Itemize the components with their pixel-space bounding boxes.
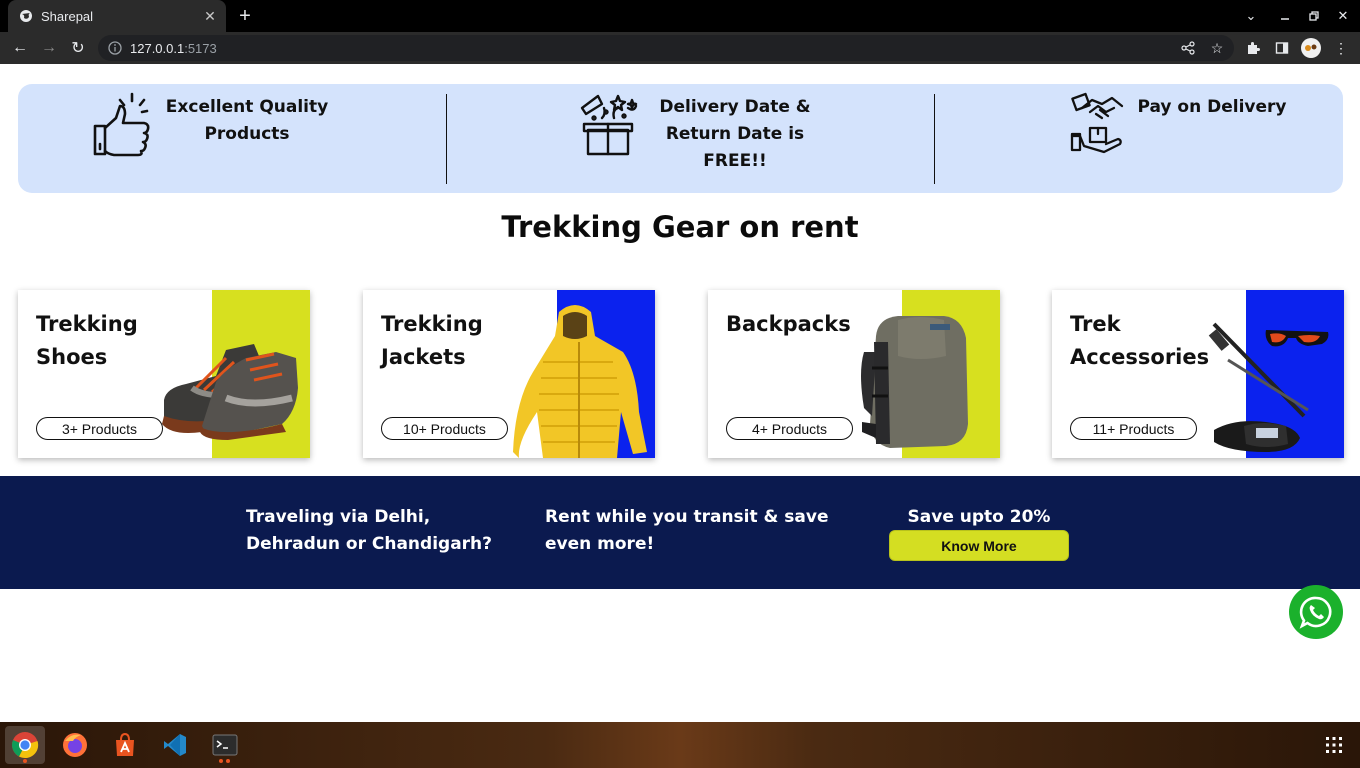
banner-left-line1: Traveling via Delhi, bbox=[246, 507, 431, 527]
close-tab-icon[interactable]: ✕ bbox=[202, 8, 218, 24]
backpack-image bbox=[861, 316, 968, 448]
product-count-pill[interactable]: 10+ Products bbox=[381, 417, 508, 440]
feature-pay-on-delivery: Pay on Delivery bbox=[1132, 94, 1292, 121]
card-title-line2: Accessories bbox=[1070, 345, 1210, 369]
banner-mid-line2: even more! bbox=[545, 534, 655, 554]
feature-delivery-line3: FREE!! bbox=[703, 151, 767, 171]
yellow-jacket-image bbox=[513, 305, 647, 458]
card-title: Backpacks bbox=[726, 308, 876, 341]
running-indicator bbox=[23, 759, 27, 763]
info-icon[interactable] bbox=[108, 41, 122, 55]
app-center-icon bbox=[116, 732, 134, 756]
feature-delivery: Delivery Date & Return Date is FREE!! bbox=[650, 94, 820, 175]
vscode-icon bbox=[164, 734, 186, 756]
thumbs-up-icon bbox=[93, 92, 150, 157]
address-bar[interactable]: 127.0.0.1:5173 bbox=[98, 35, 1234, 61]
banner-save-title: Save upto 20% bbox=[907, 507, 1051, 527]
product-count-pill[interactable]: 11+ Products bbox=[1070, 417, 1197, 440]
new-tab-icon[interactable]: + bbox=[234, 5, 256, 27]
divider bbox=[446, 94, 447, 184]
feature-pay-line1: Pay on Delivery bbox=[1137, 97, 1287, 117]
category-card-trekking-jackets[interactable]: Trekking Jackets 10+ Products bbox=[363, 290, 655, 458]
card-title-line1: Backpacks bbox=[726, 312, 851, 336]
whatsapp-chat-button[interactable] bbox=[1289, 585, 1343, 639]
share-icon[interactable] bbox=[1178, 38, 1198, 58]
accessories-image bbox=[1208, 322, 1329, 452]
browser-toolbar: ← → ↻ 127.0.0.1:5173 ☆ ⋮ bbox=[0, 32, 1360, 64]
extensions-puzzle-icon[interactable] bbox=[1243, 38, 1263, 58]
card-title-line1: Trekking bbox=[381, 312, 483, 336]
restore-icon[interactable] bbox=[1299, 0, 1329, 32]
terminal-icon bbox=[212, 734, 238, 756]
reload-icon[interactable]: ↻ bbox=[66, 36, 90, 60]
feature-quality: Excellent Quality Products bbox=[158, 94, 336, 148]
features-strip: Excellent Quality Products Delivery Date… bbox=[18, 84, 1343, 193]
bookmark-star-icon[interactable]: ☆ bbox=[1207, 38, 1227, 58]
category-card-backpacks[interactable]: Backpacks 4+ Products bbox=[708, 290, 1000, 458]
card-title: Trekking Jackets bbox=[381, 308, 531, 374]
gift-box-icon bbox=[580, 94, 638, 156]
tab-sharepal[interactable]: Sharepal ✕ bbox=[8, 0, 226, 32]
os-taskbar bbox=[0, 722, 1360, 768]
side-panel-icon[interactable] bbox=[1272, 38, 1292, 58]
feature-delivery-line1: Delivery Date & bbox=[659, 97, 811, 117]
menu-kebab-icon[interactable]: ⋮ bbox=[1331, 38, 1351, 58]
taskbar-firefox[interactable] bbox=[55, 726, 95, 764]
category-card-trek-accessories[interactable]: Trek Accessories 11+ Products bbox=[1052, 290, 1344, 458]
banner-mid-line1: Rent while you transit & save bbox=[545, 507, 829, 527]
product-count-pill[interactable]: 3+ Products bbox=[36, 417, 163, 440]
product-count-pill[interactable]: 4+ Products bbox=[726, 417, 853, 440]
back-icon[interactable]: ← bbox=[8, 36, 32, 60]
taskbar-chrome[interactable] bbox=[5, 726, 45, 764]
running-indicator bbox=[226, 759, 230, 763]
trekking-shoes-image bbox=[162, 344, 298, 440]
forward-icon[interactable]: → bbox=[37, 36, 61, 60]
banner-middle-text: Rent while you transit & save even more! bbox=[545, 504, 845, 558]
taskbar-app-center[interactable] bbox=[105, 726, 145, 764]
feature-delivery-line2: Return Date is bbox=[665, 124, 805, 144]
feature-quality-line2: Products bbox=[204, 124, 290, 144]
tab-search-chevron-icon[interactable]: ⌄ bbox=[1236, 0, 1266, 32]
tab-title: Sharepal bbox=[41, 8, 94, 24]
handshake-payment-icon bbox=[1070, 92, 1124, 154]
show-applications-grid-icon[interactable] bbox=[1314, 726, 1354, 764]
chrome-icon bbox=[12, 732, 39, 759]
globe-icon bbox=[20, 10, 32, 22]
profile-avatar[interactable] bbox=[1301, 38, 1321, 58]
card-title-line1: Trek bbox=[1070, 312, 1121, 336]
browser-tab-strip: Sharepal ✕ + ⌄ ✕ bbox=[0, 0, 1360, 32]
minimize-icon[interactable] bbox=[1270, 0, 1300, 32]
url-port: :5173 bbox=[184, 40, 217, 56]
taskbar-terminal[interactable] bbox=[205, 726, 245, 764]
card-title-line2: Jackets bbox=[381, 345, 466, 369]
divider bbox=[934, 94, 935, 184]
page-content: Excellent Quality Products Delivery Date… bbox=[0, 64, 1360, 722]
feature-quality-line1: Excellent Quality bbox=[165, 97, 329, 117]
running-indicator bbox=[219, 759, 223, 763]
transit-promo-banner: Traveling via Delhi, Dehradun or Chandig… bbox=[0, 476, 1360, 589]
taskbar-vscode[interactable] bbox=[155, 726, 195, 764]
whatsapp-icon bbox=[1299, 596, 1332, 629]
firefox-icon bbox=[63, 733, 87, 757]
category-card-trekking-shoes[interactable]: Trekking Shoes 3+ Products bbox=[18, 290, 310, 458]
banner-left-line2: Dehradun or Chandigarh? bbox=[246, 534, 493, 554]
know-more-button[interactable]: Know More bbox=[889, 530, 1069, 561]
section-title: Trekking Gear on rent bbox=[501, 210, 859, 244]
url-host: 127.0.0.1 bbox=[130, 40, 185, 56]
card-title: Trek Accessories bbox=[1070, 308, 1220, 374]
banner-left-text: Traveling via Delhi, Dehradun or Chandig… bbox=[246, 504, 506, 558]
close-window-icon[interactable]: ✕ bbox=[1328, 0, 1358, 32]
